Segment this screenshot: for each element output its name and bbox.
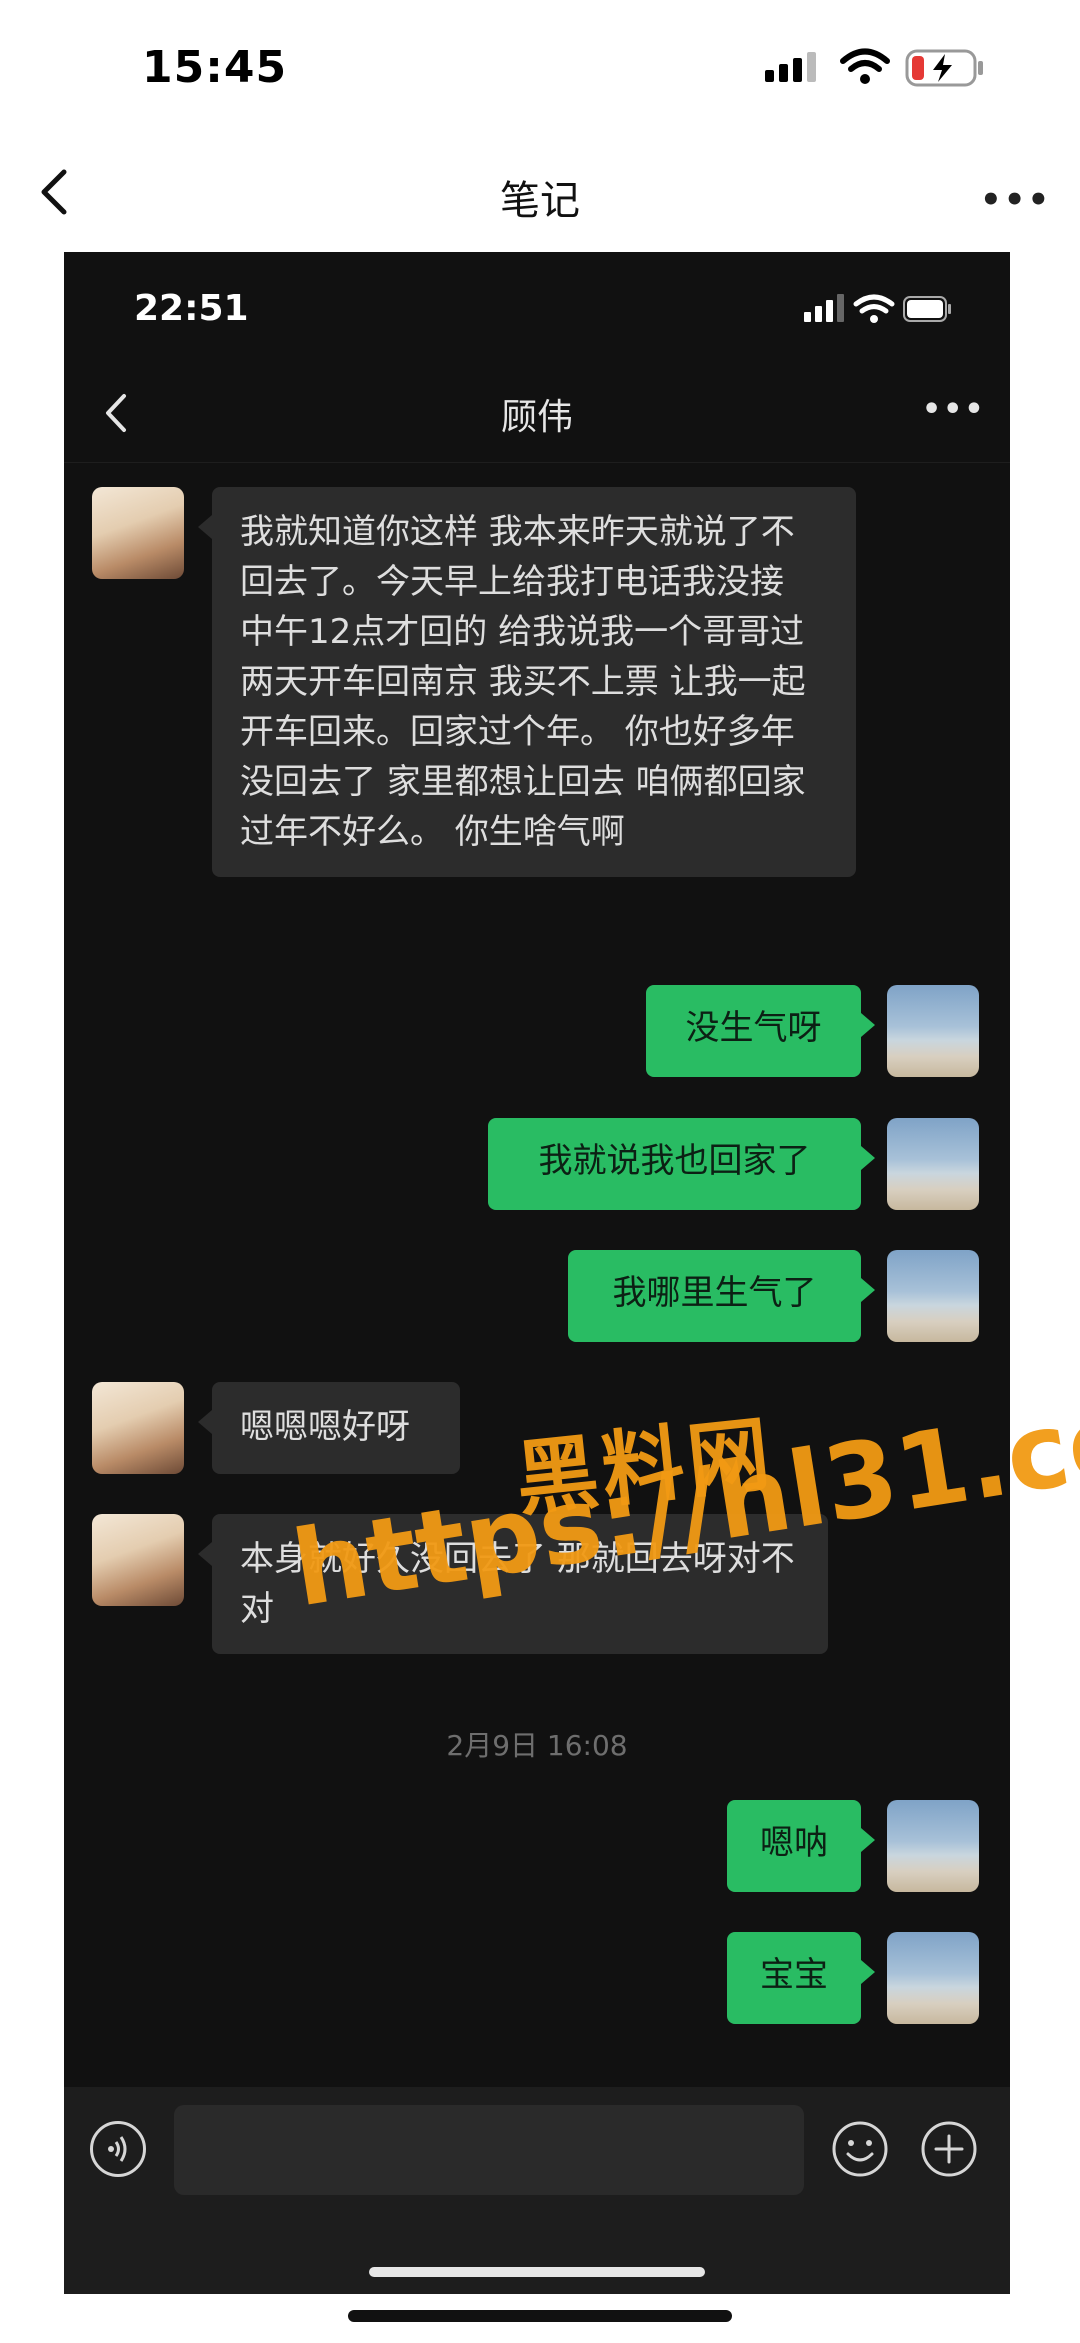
outer-status-bar: 15:45 <box>0 0 1080 130</box>
message-bubble-incoming: 我就知道你这样 我本来昨天就说了不回去了。今天早上给我打电话我没接 中午12点才… <box>198 487 856 877</box>
message-bubble-incoming: 嗯嗯嗯好呀 <box>198 1382 460 1474</box>
outer-status-time: 15:45 <box>142 42 288 93</box>
wifi-icon <box>853 294 895 323</box>
chat-screenshot: 22:51 顾伟 ••• 我就知道你这样 我本来昨天就说了不回去了。今天早上给我… <box>64 252 1010 2294</box>
avatar[interactable] <box>887 1250 979 1342</box>
notes-title: 笔记 <box>500 178 580 224</box>
signal-icon <box>804 294 844 322</box>
more-icon[interactable]: ••• <box>922 392 986 427</box>
battery-icon <box>903 296 951 322</box>
home-indicator <box>369 2267 705 2277</box>
avatar[interactable] <box>92 1514 184 1606</box>
inner-status-bar: 22:51 <box>64 252 1010 362</box>
message-bubble-outgoing: 没生气呀 <box>646 985 875 1077</box>
message-bubble-outgoing: 嗯呐 <box>727 1800 875 1892</box>
avatar[interactable] <box>92 487 184 579</box>
message-bubble-outgoing: 我哪里生气了 <box>568 1250 875 1342</box>
inner-status-time: 22:51 <box>134 288 249 329</box>
more-icon[interactable]: ••• <box>980 180 1051 220</box>
wifi-icon <box>840 48 890 84</box>
avatar[interactable] <box>887 985 979 1077</box>
signal-icon <box>765 52 816 82</box>
message-bubble-outgoing: 我就说我也回家了 <box>488 1118 875 1210</box>
plus-icon[interactable] <box>919 2119 979 2179</box>
inner-status-icons <box>804 294 951 323</box>
message-bubble-outgoing: 宝宝 <box>727 1932 875 2024</box>
avatar[interactable] <box>92 1382 184 1474</box>
home-indicator <box>348 2310 732 2322</box>
battery-icon <box>905 49 983 87</box>
avatar[interactable] <box>887 1118 979 1210</box>
emoji-icon[interactable] <box>830 2119 890 2179</box>
message-timestamp: 2月9日 16:08 <box>446 1729 628 1762</box>
notes-nav-bar: 笔记 ••• <box>0 140 1080 250</box>
message-input[interactable] <box>174 2105 804 2195</box>
voice-icon[interactable] <box>90 2121 146 2177</box>
avatar[interactable] <box>887 1932 979 2024</box>
chat-input-bar <box>64 2087 1010 2294</box>
chat-header: 顾伟 ••• <box>64 362 1010 463</box>
avatar[interactable] <box>887 1800 979 1892</box>
chat-contact-name: 顾伟 <box>500 397 573 438</box>
